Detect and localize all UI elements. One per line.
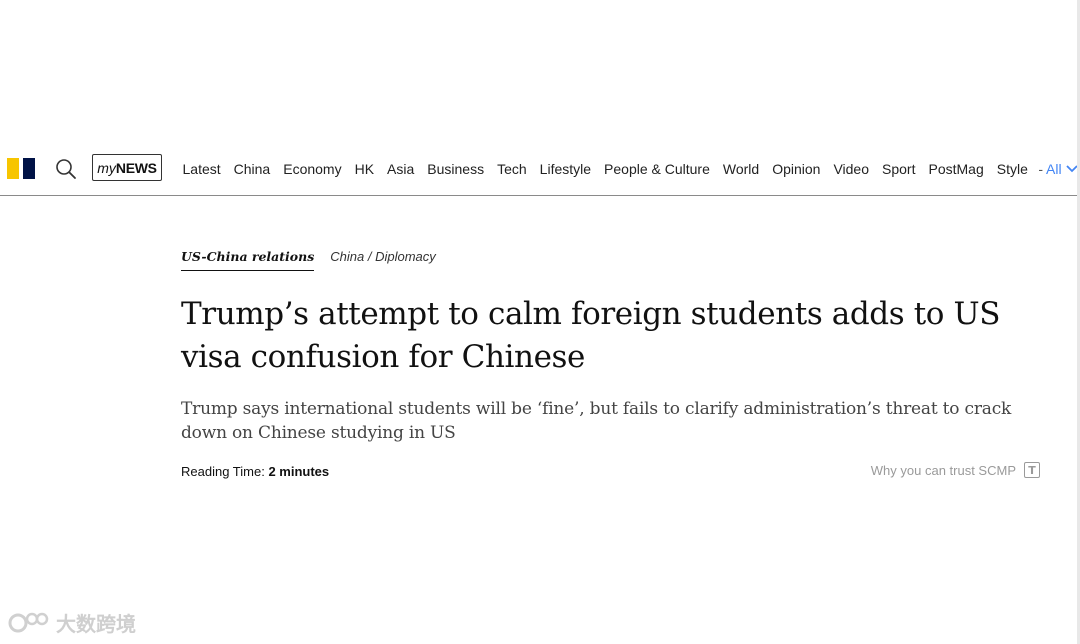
chevron-down-icon: [1065, 164, 1078, 172]
trust-icon: T: [1024, 462, 1040, 478]
nav-item-postmag[interactable]: PostMag: [922, 161, 990, 177]
nav-item-asia[interactable]: Asia: [381, 161, 421, 177]
topic-link-primary[interactable]: US-China relations: [181, 249, 315, 271]
nav-item-people-culture[interactable]: People & Culture: [598, 161, 717, 177]
page: my NEWS Latest China Economy HK Asia Busi…: [0, 0, 1080, 644]
trust-scmp-link[interactable]: Why you can trust SCMP T: [871, 462, 1040, 478]
logo-yellow-block: [7, 158, 19, 179]
reading-time: Reading Time: 2 minutes: [181, 464, 329, 479]
article-subheadline: Trump says international students will b…: [181, 399, 1012, 443]
topic-link-secondary[interactable]: China / Diplomacy: [330, 249, 436, 264]
nav-item-opinion[interactable]: Opinion: [766, 161, 827, 177]
scmp-logo[interactable]: [7, 158, 37, 179]
nav-all-label: All: [1046, 160, 1062, 177]
nav-item-style[interactable]: Style: [990, 161, 1034, 177]
nav-item-sport[interactable]: Sport: [876, 161, 922, 177]
nav-item-hk[interactable]: HK: [348, 161, 380, 177]
watermark-text: 大数跨境: [56, 612, 136, 636]
article-headline: Trump’s attempt to calm foreign students…: [181, 296, 1001, 375]
section-nav: Latest China Economy HK Asia Business Te…: [176, 146, 1078, 191]
trust-scmp-label: Why you can trust SCMP: [870, 462, 1016, 478]
logo-navy-block: [23, 158, 35, 179]
nav-all-dropdown[interactable]: All: [1046, 161, 1078, 177]
mynews-my-text: my: [97, 159, 116, 176]
nav-item-lifestyle[interactable]: Lifestyle: [533, 161, 597, 177]
article-topics: US-China relations China / Diplomacy: [181, 249, 436, 271]
watermark-logo-icon: [8, 612, 49, 632]
nav-item-latest[interactable]: Latest: [176, 161, 227, 177]
nav-item-video[interactable]: Video: [827, 161, 876, 177]
nav-item-world[interactable]: World: [716, 161, 765, 177]
reading-time-value: 2 minutes: [268, 464, 330, 479]
nav-item-economy[interactable]: Economy: [277, 161, 348, 177]
nav-separator: -: [1038, 160, 1044, 177]
top-navigation-bar: my NEWS Latest China Economy HK Asia Busi…: [0, 146, 1080, 196]
mynews-news-text: NEWS: [115, 159, 157, 176]
search-icon[interactable]: [54, 157, 78, 181]
mynews-button[interactable]: my NEWS: [92, 154, 162, 181]
watermark: 大数跨境: [8, 608, 136, 637]
nav-item-tech[interactable]: Tech: [491, 161, 534, 177]
reading-time-label: Reading Time:: [181, 464, 265, 479]
nav-item-business[interactable]: Business: [421, 161, 491, 177]
nav-item-china[interactable]: China: [227, 161, 277, 177]
